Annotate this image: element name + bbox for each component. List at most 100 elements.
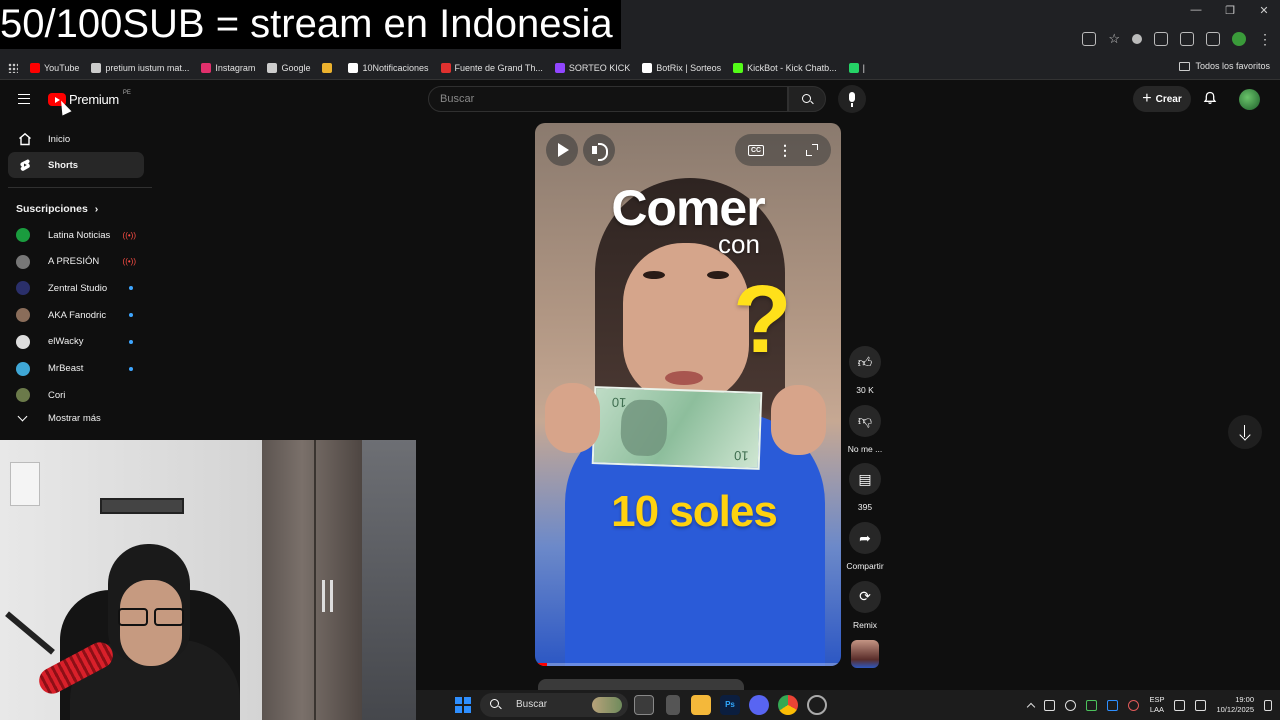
bookmark-item[interactable]: Fuente de Grand Th... xyxy=(440,62,543,73)
task-view-icon[interactable] xyxy=(634,695,654,715)
thumbs-down-icon[interactable]: 👎︎ xyxy=(849,404,881,437)
bookmark-label: Google xyxy=(281,62,311,73)
subscription-item[interactable]: Zentral Studio xyxy=(16,278,136,298)
bookmark-item[interactable]: Instagram xyxy=(201,62,255,73)
extension-icon[interactable] xyxy=(1132,34,1142,44)
search-input[interactable]: Buscar xyxy=(428,86,788,112)
notifications-bell-icon[interactable] xyxy=(1203,91,1217,105)
search-highlight-icon xyxy=(592,697,622,713)
chevron-up-icon[interactable] xyxy=(1027,702,1036,712)
volume-button[interactable] xyxy=(583,134,615,166)
sidebar-item-shorts[interactable]: Shorts xyxy=(8,152,144,178)
photoshop-icon[interactable]: Ps xyxy=(720,695,740,715)
channel-name: MrBeast xyxy=(48,363,84,374)
tray-xbox-icon[interactable] xyxy=(1086,699,1098,711)
account-avatar[interactable] xyxy=(1239,89,1260,110)
tray-cloud-icon[interactable] xyxy=(1065,699,1077,711)
video-progress-bar[interactable] xyxy=(535,663,841,666)
channel-avatar xyxy=(16,254,30,269)
live-indicator-icon: ((•)) xyxy=(122,257,136,267)
obs-icon[interactable] xyxy=(807,695,827,715)
bookmark-item[interactable]: SORTEO KICK xyxy=(554,62,630,73)
channel-avatar xyxy=(16,388,30,403)
channel-name: AKA Fanodric xyxy=(48,309,107,321)
share-action[interactable]: ➦ Compartir xyxy=(843,522,887,571)
voice-search-button[interactable] xyxy=(838,85,866,113)
chrome-icon[interactable] xyxy=(778,695,798,715)
subscription-item[interactable]: A PRESIÓN ((•)) xyxy=(16,252,136,272)
bookmark-item[interactable] xyxy=(322,62,336,73)
discord-icon[interactable] xyxy=(749,695,769,715)
create-button[interactable]: + Crear xyxy=(1133,86,1191,112)
all-bookmarks[interactable]: Todos los favoritos xyxy=(1179,61,1270,71)
restore-icon[interactable]: ❐ xyxy=(1224,4,1236,17)
channel-avatar xyxy=(16,281,30,296)
bookmark-item[interactable]: pretium iustum mat... xyxy=(91,62,189,73)
video-overlay-amount: 10 soles xyxy=(611,487,778,536)
install-app-icon[interactable] xyxy=(1082,32,1097,46)
like-action[interactable]: 👍︎ 30 K xyxy=(843,346,887,395)
subscriptions-heading[interactable]: Suscripciones › xyxy=(16,203,98,215)
terminal-icon[interactable] xyxy=(666,695,680,715)
sidebar-divider xyxy=(8,187,152,188)
sound-thumbnail[interactable] xyxy=(851,640,879,668)
sidebar-item-inicio[interactable]: Inicio xyxy=(8,126,144,152)
minimize-icon[interactable]: — xyxy=(1190,4,1202,17)
bookmark-item[interactable]: YouTube xyxy=(30,62,80,73)
profile-avatar[interactable] xyxy=(1232,32,1246,46)
media-icon[interactable] xyxy=(1206,32,1220,46)
fullscreen-icon[interactable] xyxy=(806,144,818,156)
menu-icon[interactable] xyxy=(18,94,30,104)
more-options-icon[interactable]: ⋮ xyxy=(778,143,792,157)
next-short-button[interactable] xyxy=(1228,415,1262,449)
clock[interactable]: 19:00 10/12/2025 xyxy=(1216,695,1254,715)
language-top: ESP xyxy=(1149,695,1165,704)
video-eye xyxy=(643,271,665,279)
puzzle-icon[interactable] xyxy=(1180,32,1194,46)
subscription-item[interactable]: Cori xyxy=(16,385,136,405)
captions-icon[interactable]: CC xyxy=(747,144,765,156)
more-vert-icon[interactable]: ⋮ xyxy=(1258,32,1272,46)
thumbs-up-icon[interactable]: 👍︎ xyxy=(849,346,881,378)
network-icon[interactable] xyxy=(1174,699,1186,711)
comments-action[interactable]: ▤ 395 xyxy=(843,463,887,512)
short-video-player[interactable]: 10 10 Comer con ? 10 soles CC ⋮ xyxy=(535,123,841,666)
bookmark-item[interactable]: BotRix | Sorteos xyxy=(642,62,722,73)
windows-start-icon[interactable] xyxy=(455,697,471,713)
apps-grid-icon[interactable] xyxy=(8,62,18,73)
subscription-item[interactable]: elWacky xyxy=(16,332,136,352)
taskbar-search[interactable]: Buscar xyxy=(480,693,628,717)
subscription-item[interactable]: Latina Noticias ((•)) xyxy=(16,225,136,245)
remix-icon[interactable]: ⟳ xyxy=(849,580,881,613)
language-indicator[interactable]: ESP LAA xyxy=(1149,695,1164,715)
extension-icon[interactable] xyxy=(1154,32,1168,46)
bookmark-label: BotRix | Sorteos xyxy=(656,62,722,73)
channel-avatar xyxy=(16,361,30,376)
search-button[interactable] xyxy=(788,86,826,112)
subscription-item[interactable]: MrBeast xyxy=(16,359,136,379)
tray-onedrive-icon[interactable] xyxy=(1107,699,1119,711)
tray-app-icon[interactable] xyxy=(1044,699,1056,711)
comment-icon[interactable]: ▤ xyxy=(849,463,881,496)
remix-action[interactable]: ⟳ Remix xyxy=(843,580,887,630)
tray-mic-icon[interactable] xyxy=(1128,699,1140,711)
play-button[interactable] xyxy=(546,134,578,166)
close-icon[interactable]: ✕ xyxy=(1258,4,1270,17)
star-icon[interactable]: ☆ xyxy=(1108,32,1120,46)
webcam-stone-wall xyxy=(362,440,416,720)
bookmark-item[interactable]: Google xyxy=(267,62,311,73)
subscription-item[interactable]: AKA Fanodric xyxy=(16,305,136,325)
share-icon[interactable]: ➦ xyxy=(849,522,881,555)
dislike-action[interactable]: 👎︎ No me ... xyxy=(843,404,887,454)
bookmark-item[interactable]: 10Notificaciones xyxy=(348,62,429,73)
bookmark-item[interactable]: | xyxy=(848,62,865,73)
show-more-button[interactable]: Mostrar más xyxy=(16,411,101,424)
dislike-label: No me ... xyxy=(847,443,883,454)
bookmark-label: YouTube xyxy=(44,62,80,73)
speaker-icon[interactable] xyxy=(1195,699,1207,711)
bookmark-item[interactable]: KickBot - Kick Chatb... xyxy=(733,62,837,73)
wardrobe-seam xyxy=(314,440,316,720)
file-explorer-icon[interactable] xyxy=(691,695,711,715)
notification-center-icon[interactable] xyxy=(1264,699,1272,711)
banknote-number: 10 xyxy=(611,394,627,411)
